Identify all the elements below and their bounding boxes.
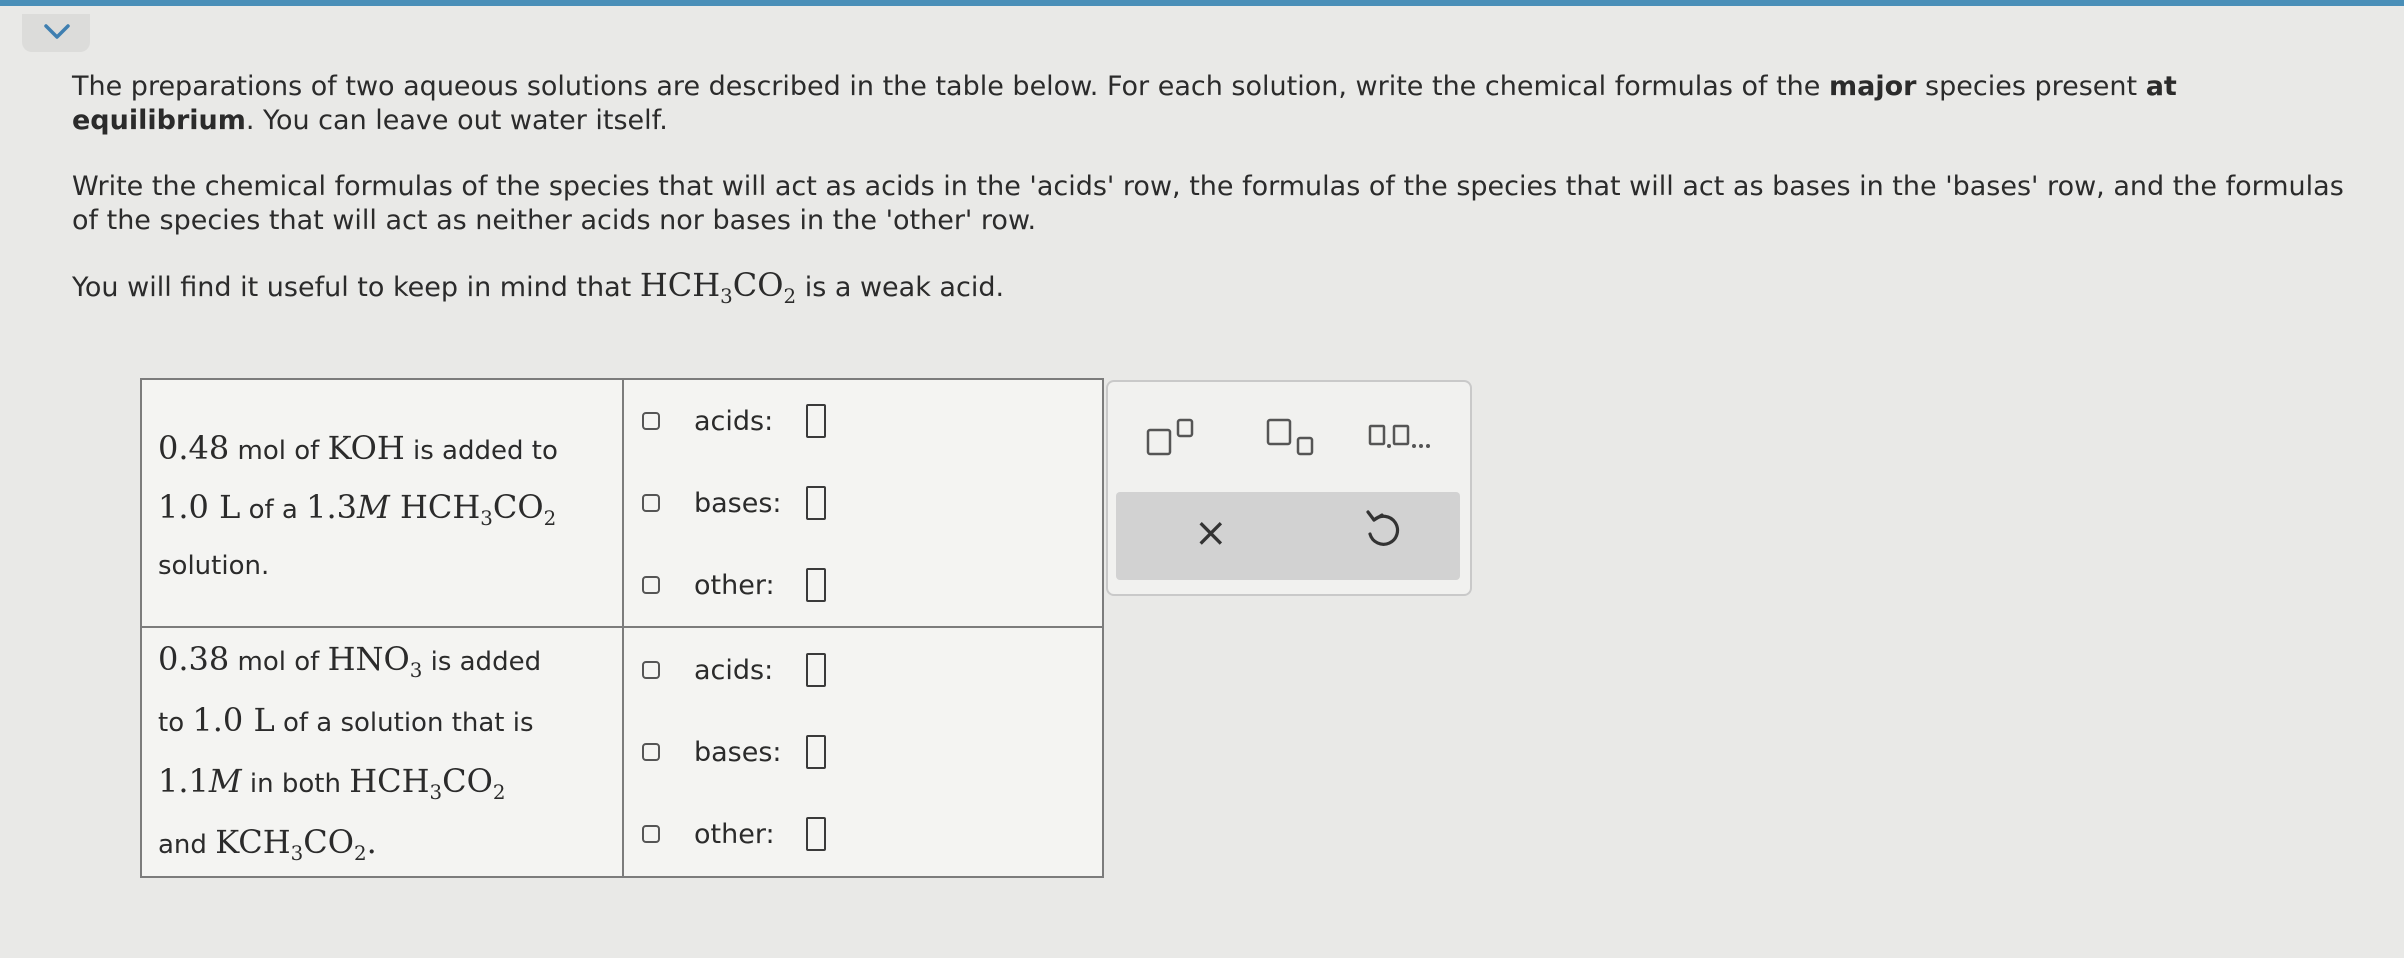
checkbox[interactable]	[642, 412, 660, 430]
other-answer-input[interactable]	[806, 817, 826, 851]
checkbox[interactable]	[642, 494, 660, 512]
solution-2-acids-row: acids:	[624, 629, 1102, 711]
other-label: other:	[694, 818, 775, 850]
other-label: other:	[694, 569, 775, 601]
list-button[interactable]	[1368, 418, 1448, 465]
subscript-icon	[1266, 418, 1314, 456]
clear-button[interactable]: ×	[1194, 510, 1228, 556]
checkbox[interactable]	[642, 825, 660, 843]
superscript-icon	[1146, 418, 1194, 456]
weak-acid-formula: HCH3CO2	[639, 266, 797, 308]
checkbox[interactable]	[642, 661, 660, 679]
undo-button[interactable]	[1362, 506, 1402, 554]
other-answer-input[interactable]	[806, 568, 826, 602]
solution-2-bases-row: bases:	[624, 711, 1102, 793]
solution-row-1: 0.48 mol of KOH is added to 1.0 L of a 1…	[140, 378, 1104, 628]
bases-label: bases:	[694, 736, 782, 768]
solution-2-description: 0.38 mol of HNO3 is added to 1.0 L of a …	[140, 626, 624, 878]
bases-answer-input[interactable]	[806, 486, 826, 520]
solution-1-answers: acids: bases: other:	[622, 378, 1104, 628]
bases-label: bases:	[694, 487, 782, 519]
chevron-down-icon	[44, 24, 70, 39]
checkbox[interactable]	[642, 743, 660, 761]
solutions-table: 0.48 mol of KOH is added to 1.0 L of a 1…	[140, 378, 1104, 878]
collapse-button[interactable]	[22, 14, 90, 52]
bases-answer-input[interactable]	[806, 735, 826, 769]
solution-2-other-row: other:	[624, 793, 1102, 875]
formula-palette: ×	[1106, 380, 1472, 596]
top-accent-bar	[0, 0, 2404, 6]
solution-2-answers: acids: bases: other:	[622, 626, 1104, 878]
acids-answer-input[interactable]	[806, 404, 826, 438]
superscript-button[interactable]	[1146, 418, 1202, 465]
instructions-paragraph-2: Write the chemical formulas of the speci…	[72, 171, 2344, 236]
solution-1-acids-row: acids:	[624, 380, 1102, 462]
solution-row-2: 0.38 mol of HNO3 is added to 1.0 L of a …	[140, 626, 1104, 878]
solution-1-other-row: other:	[624, 544, 1102, 626]
list-icon	[1368, 424, 1430, 448]
acids-answer-input[interactable]	[806, 653, 826, 687]
palette-action-bar: ×	[1116, 492, 1460, 580]
solution-1-description: 0.48 mol of KOH is added to 1.0 L of a 1…	[140, 378, 624, 628]
solution-1-bases-row: bases:	[624, 462, 1102, 544]
acids-label: acids:	[694, 405, 774, 437]
checkbox[interactable]	[642, 576, 660, 594]
acids-label: acids:	[694, 654, 774, 686]
subscript-button[interactable]	[1266, 418, 1322, 465]
undo-icon	[1366, 510, 1400, 546]
instructions-paragraph-1: The preparations of two aqueous solution…	[72, 71, 2177, 136]
instructions-paragraph-3: You will find it useful to keep in mind …	[72, 266, 1005, 308]
